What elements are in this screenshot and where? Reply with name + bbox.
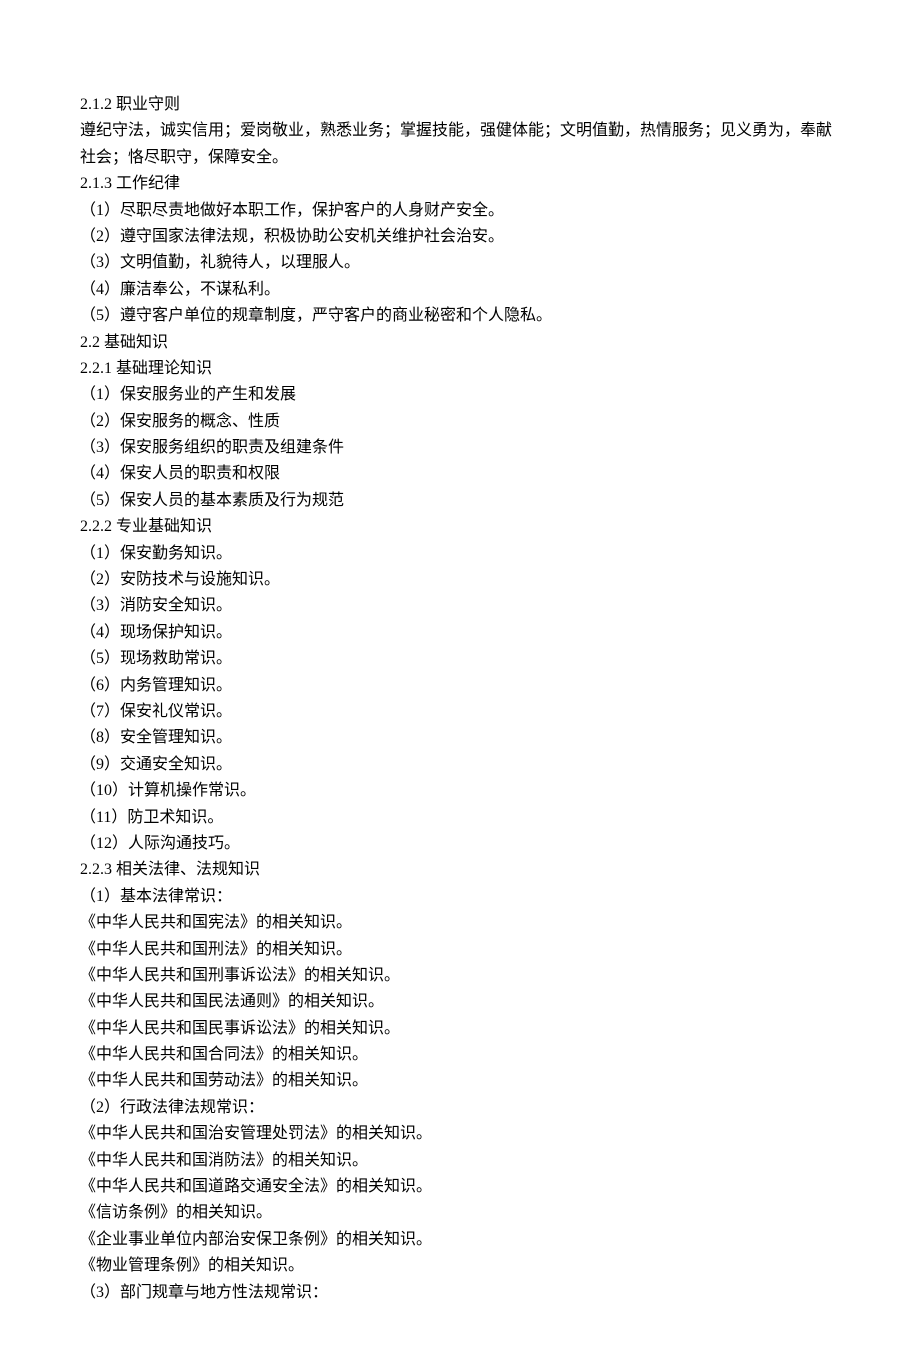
text-line: （1）保安服务业的产生和发展 [80,382,840,408]
text-line: 《中华人民共和国刑法》的相关知识。 [80,937,840,963]
text-line: （5）现场救助常识。 [80,646,840,672]
text-line: （7）保安礼仪常识。 [80,699,840,725]
text-line: （3）文明值勤，礼貌待人，以理服人。 [80,250,840,276]
text-line: 《中华人民共和国民法通则》的相关知识。 [80,989,840,1015]
text-line: 《中华人民共和国消防法》的相关知识。 [80,1148,840,1174]
text-line: 2.2 基础知识 [80,330,840,356]
text-line: （1）尽职尽责地做好本职工作，保护客户的人身财产安全。 [80,198,840,224]
text-line: 2.2.3 相关法律、法规知识 [80,857,840,883]
text-line: 《中华人民共和国道路交通安全法》的相关知识。 [80,1174,840,1200]
text-line: （12）人际沟通技巧。 [80,831,840,857]
text-line: （4）保安人员的职责和权限 [80,461,840,487]
text-line: （4）廉洁奉公，不谋私利。 [80,277,840,303]
text-line: （3）部门规章与地方性法规常识： [80,1280,840,1306]
text-line: 遵纪守法，诚实信用；爱岗敬业，熟悉业务；掌握技能，强健体能；文明值勤，热情服务；… [80,118,840,171]
text-line: （1）保安勤务知识。 [80,541,840,567]
text-line: （2）保安服务的概念、性质 [80,409,840,435]
text-line: 《中华人民共和国刑事诉讼法》的相关知识。 [80,963,840,989]
text-line: 2.2.1 基础理论知识 [80,356,840,382]
text-line: 《中华人民共和国宪法》的相关知识。 [80,910,840,936]
text-line: 《物业管理条例》的相关知识。 [80,1253,840,1279]
text-line: （9）交通安全知识。 [80,752,840,778]
text-line: 2.1.3 工作纪律 [80,171,840,197]
text-line: 《中华人民共和国民事诉讼法》的相关知识。 [80,1016,840,1042]
text-line: （5）保安人员的基本素质及行为规范 [80,488,840,514]
text-line: （2）行政法律法规常识： [80,1095,840,1121]
text-line: 《企业事业单位内部治安保卫条例》的相关知识。 [80,1227,840,1253]
text-line: （6）内务管理知识。 [80,673,840,699]
text-line: 《中华人民共和国治安管理处罚法》的相关知识。 [80,1121,840,1147]
text-line: 《中华人民共和国劳动法》的相关知识。 [80,1068,840,1094]
document-body: 2.1.2 职业守则 遵纪守法，诚实信用；爱岗敬业，熟悉业务；掌握技能，强健体能… [80,92,840,1306]
text-line: 《中华人民共和国合同法》的相关知识。 [80,1042,840,1068]
text-line: （10）计算机操作常识。 [80,778,840,804]
text-line: （2）遵守国家法律法规，积极协助公安机关维护社会治安。 [80,224,840,250]
text-line: 2.1.2 职业守则 [80,92,840,118]
text-line: （8）安全管理知识。 [80,725,840,751]
text-line: 2.2.2 专业基础知识 [80,514,840,540]
text-line: （2）安防技术与设施知识。 [80,567,840,593]
text-line: （1）基本法律常识： [80,884,840,910]
text-line: （11）防卫术知识。 [80,805,840,831]
text-line: （3）保安服务组织的职责及组建条件 [80,435,840,461]
text-line: （4）现场保护知识。 [80,620,840,646]
text-line: （3）消防安全知识。 [80,593,840,619]
text-line: 《信访条例》的相关知识。 [80,1200,840,1226]
text-line: （5）遵守客户单位的规章制度，严守客户的商业秘密和个人隐私。 [80,303,840,329]
